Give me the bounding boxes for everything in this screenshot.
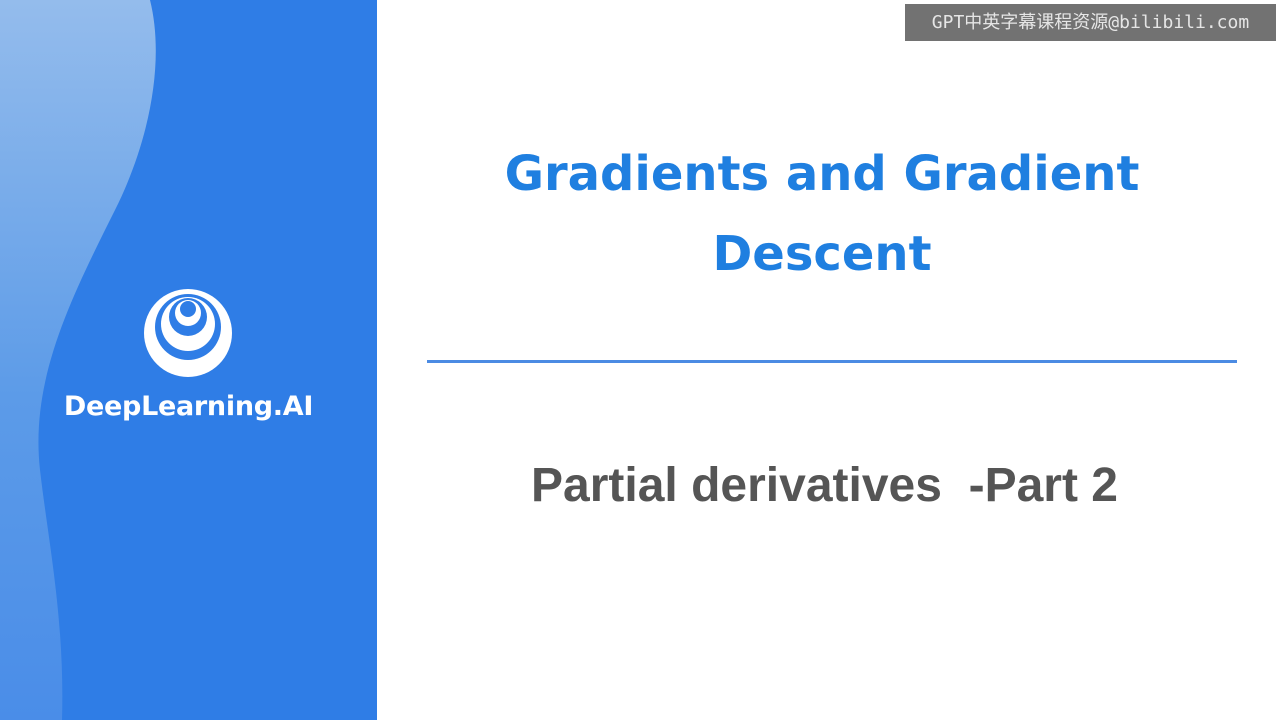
- brand-sidebar: DeepLearning.AI: [0, 0, 377, 720]
- title-divider: [427, 360, 1237, 363]
- slide-title: Gradients and Gradient Descent: [504, 146, 1140, 282]
- brand-name: DeepLearning.AI: [63, 391, 314, 422]
- watermark-text: GPT中英字幕课程资源@bilibili.com: [905, 4, 1276, 41]
- deeplearning-ai-logo-icon: [144, 289, 232, 377]
- slide-subtitle: Partial derivatives -Part 2: [531, 459, 1118, 512]
- slide: DeepLearning.AI GPT中英字幕课程资源@bilibili.com…: [0, 0, 1280, 720]
- brand-logo: DeepLearning.AI: [0, 286, 377, 446]
